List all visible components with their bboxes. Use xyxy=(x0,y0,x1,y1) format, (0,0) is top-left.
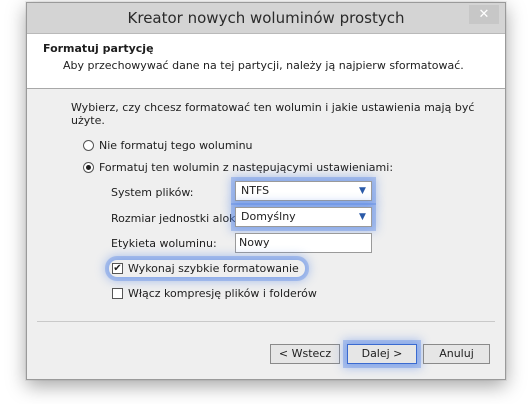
title-bar[interactable]: Kreator nowych woluminów prostych ✕ xyxy=(27,3,505,34)
volume-label-input[interactable]: Nowy xyxy=(235,233,372,253)
compression-label: Włącz kompresję plików i folderów xyxy=(128,287,317,300)
radio-button[interactable] xyxy=(83,162,94,173)
window-title: Kreator nowych woluminów prostych xyxy=(127,9,405,27)
compression-checkbox[interactable]: Włącz kompresję plików i folderów xyxy=(112,287,317,300)
radio-no-format[interactable]: Nie formatuj tego woluminu xyxy=(83,139,253,152)
allocation-select[interactable]: Domyślny ▼ xyxy=(235,207,372,227)
close-icon: ✕ xyxy=(478,7,490,22)
back-button[interactable]: < Wstecz xyxy=(270,344,340,364)
wizard-content: Wybierz, czy chcesz formatować ten wolum… xyxy=(27,89,505,317)
wizard-header: Formatuj partycję Aby przechowywać dane … xyxy=(27,34,505,89)
quick-format-label: Wykonaj szybkie formatowanie xyxy=(128,262,299,275)
allocation-value: Domyślny xyxy=(241,210,296,223)
page-subtitle: Aby przechowywać dane na tej partycji, n… xyxy=(63,59,464,72)
radio-no-format-label: Nie formatuj tego woluminu xyxy=(99,139,253,152)
cancel-button[interactable]: Anuluj xyxy=(423,344,490,364)
quick-format-checkbox[interactable]: ✔ Wykonaj szybkie formatowanie xyxy=(109,260,305,277)
dialog-window: Kreator nowych woluminów prostych ✕ Form… xyxy=(26,2,506,380)
checkbox[interactable] xyxy=(112,288,123,299)
radio-format-label: Formatuj ten wolumin z następującymi ust… xyxy=(99,161,394,174)
filesystem-label: System plików: xyxy=(111,186,194,199)
instruction-text: Wybierz, czy chcesz formatować ten wolum… xyxy=(71,101,475,127)
filesystem-select[interactable]: NTFS ▼ xyxy=(235,181,372,201)
volume-label-label: Etykieta woluminu: xyxy=(111,237,217,250)
radio-button[interactable] xyxy=(83,140,94,151)
next-button[interactable]: Dalej > xyxy=(347,344,417,364)
footer-divider xyxy=(37,321,495,322)
chevron-down-icon[interactable]: ▼ xyxy=(354,208,371,226)
radio-format[interactable]: Formatuj ten wolumin z następującymi ust… xyxy=(83,161,393,174)
chevron-down-icon[interactable]: ▼ xyxy=(354,182,371,200)
close-button[interactable]: ✕ xyxy=(469,5,499,24)
checkbox[interactable]: ✔ xyxy=(112,263,123,274)
filesystem-value: NTFS xyxy=(241,184,270,197)
page-title: Formatuj partycję xyxy=(43,42,154,55)
